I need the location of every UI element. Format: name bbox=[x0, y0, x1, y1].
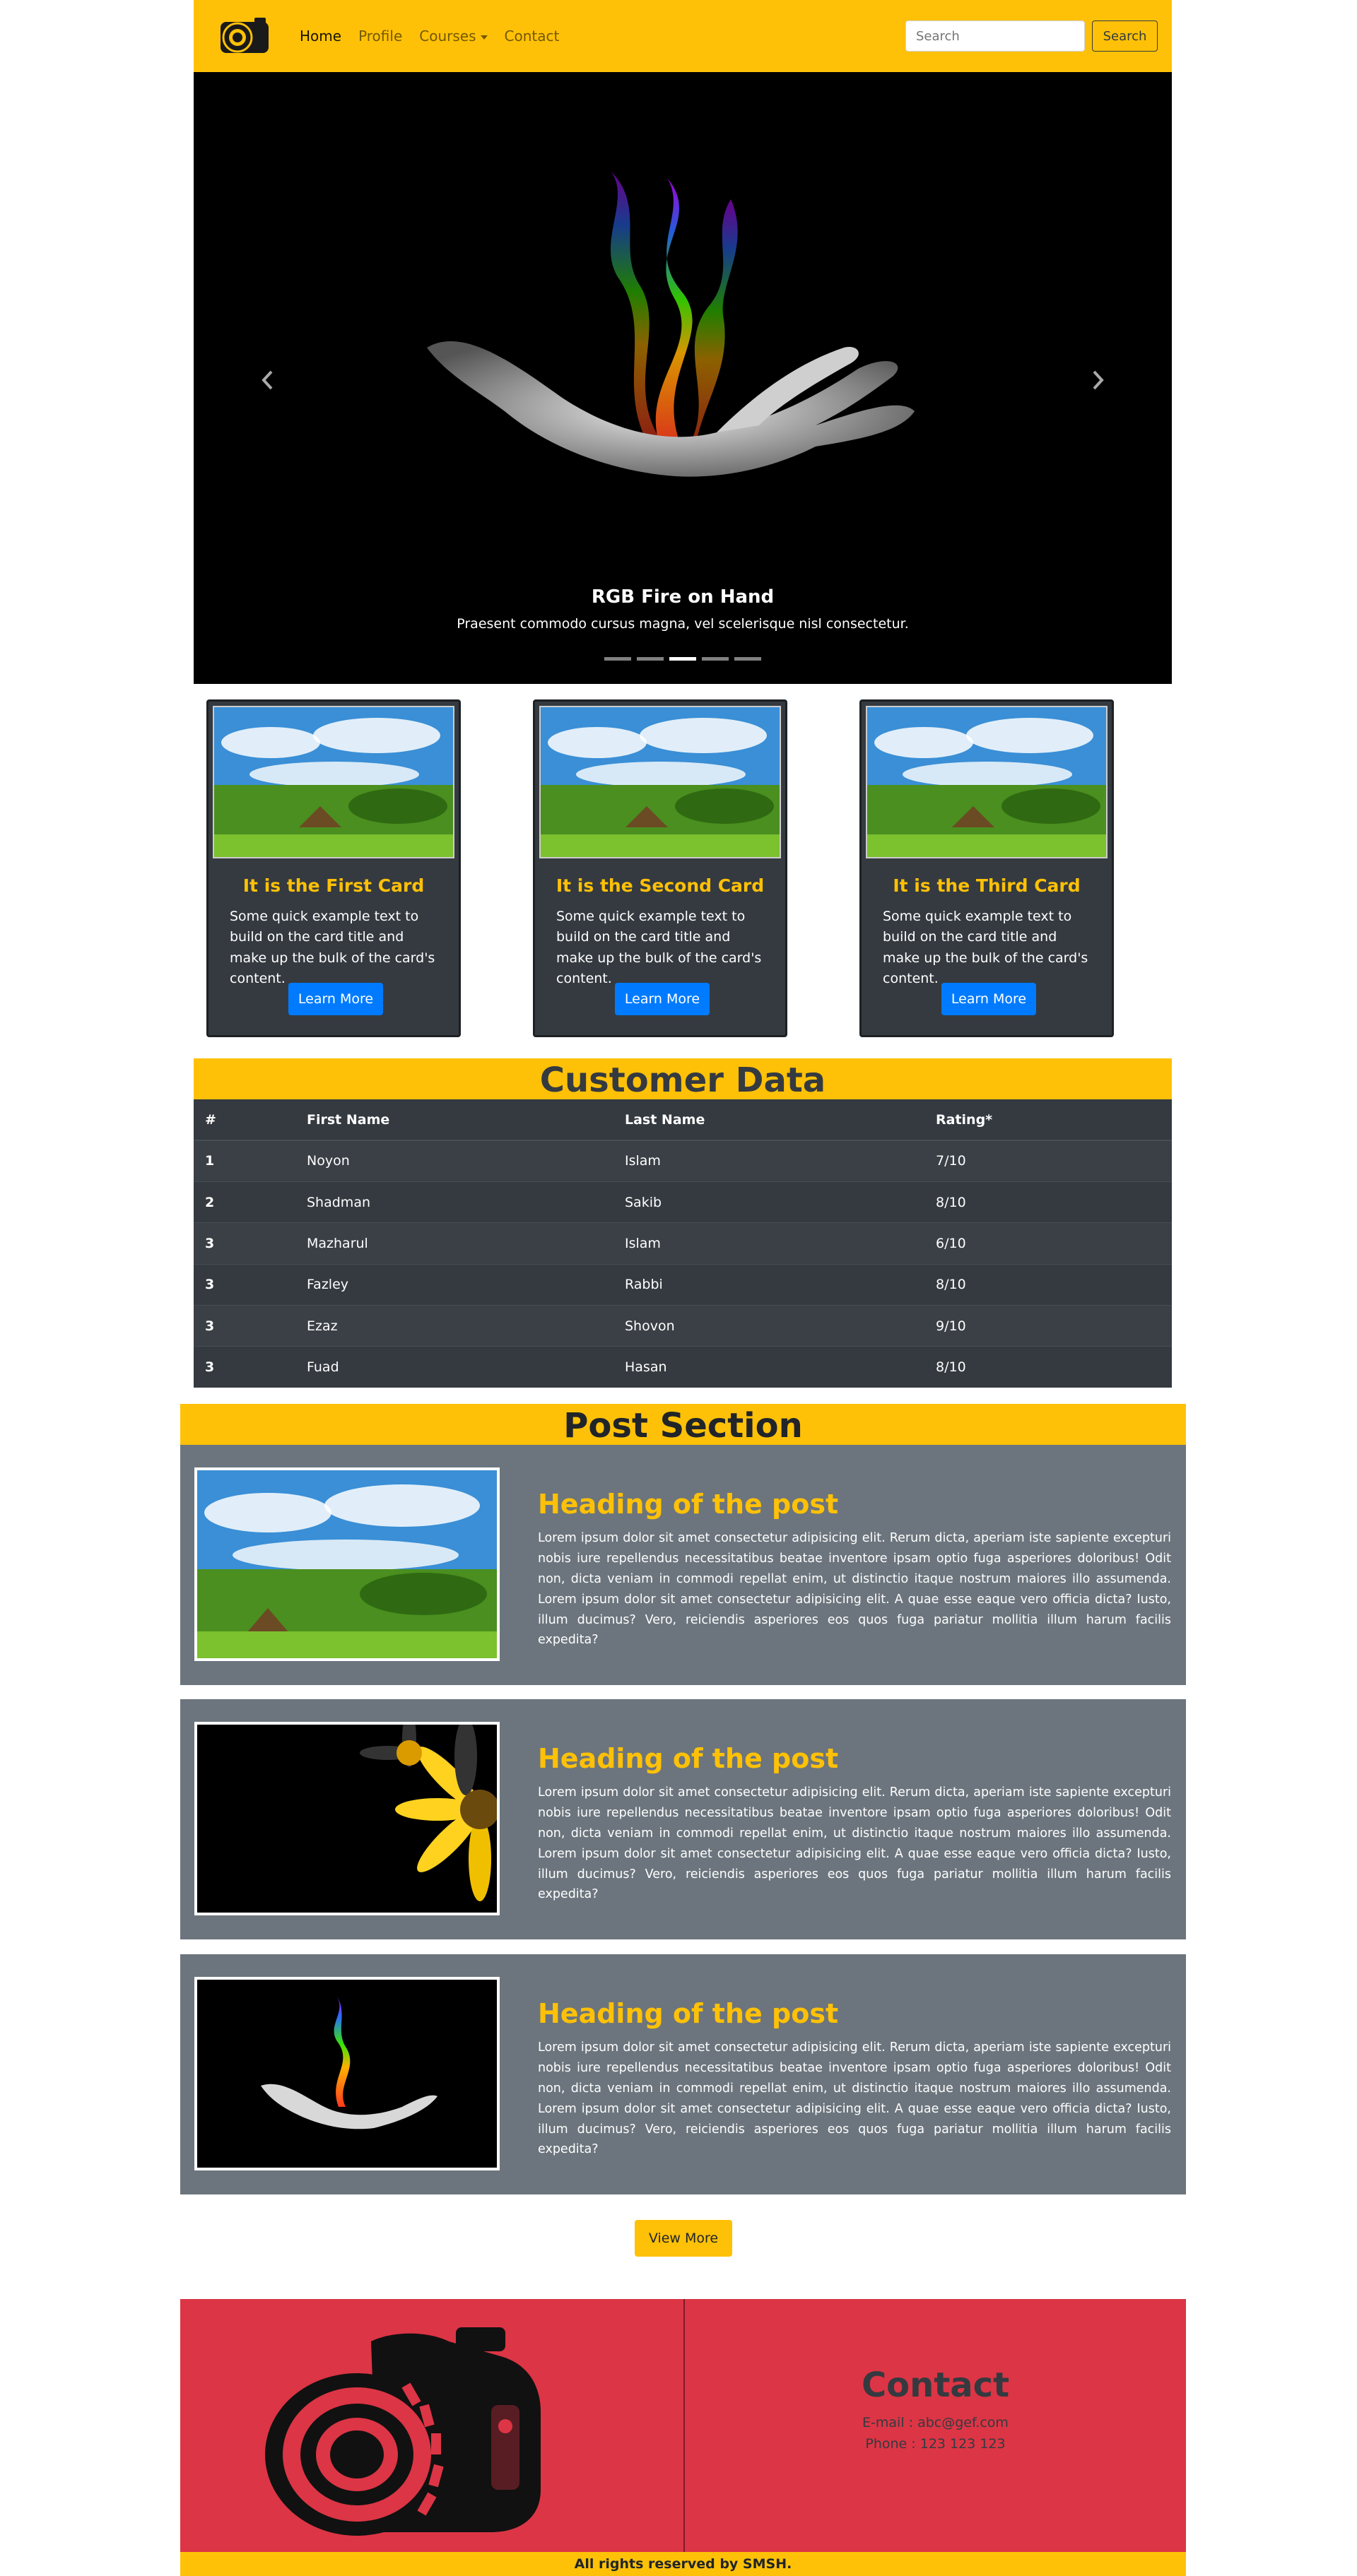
cell-last-name: Rabbi bbox=[613, 1263, 924, 1306]
copyright-bar: All rights reserved by SMSH. bbox=[180, 2552, 1186, 2576]
carousel-indicator[interactable] bbox=[702, 657, 729, 661]
carousel-prev-button[interactable] bbox=[257, 366, 278, 394]
hero-carousel: RGB Fire on Hand Praesent commodo cursus… bbox=[194, 72, 1172, 684]
post-heading: Heading of the post bbox=[538, 1489, 839, 1520]
table-row: 3 Fazley Rabbi 8/10 bbox=[194, 1263, 1172, 1306]
cell-first-name: Fuad bbox=[295, 1346, 613, 1388]
column-header: Last Name bbox=[613, 1099, 924, 1141]
contact-phone: Phone : 123 123 123 bbox=[865, 2436, 1006, 2452]
cell-rating: 8/10 bbox=[924, 1346, 1172, 1388]
carousel-caption-title: RGB Fire on Hand bbox=[591, 586, 775, 608]
card-text: Some quick example text to build on the … bbox=[556, 909, 762, 987]
cell-last-name: Shovon bbox=[613, 1305, 924, 1347]
table-row: 3 Mazharul Islam 6/10 bbox=[194, 1222, 1172, 1265]
post-item: Heading of the post Lorem ipsum dolor si… bbox=[180, 1445, 1186, 1685]
camera-icon bbox=[265, 2327, 541, 2536]
post-heading: Heading of the post bbox=[538, 1743, 839, 1774]
column-header: Rating* bbox=[924, 1099, 1172, 1141]
column-header: First Name bbox=[295, 1099, 613, 1141]
table-row: 2 Shadman Sakib 8/10 bbox=[194, 1181, 1172, 1223]
card-title: It is the Second Card bbox=[556, 875, 765, 896]
carousel-caption-text: Praesent commodo cursus magna, vel scele… bbox=[457, 616, 909, 632]
cell-last-name: Islam bbox=[613, 1140, 924, 1182]
nav-contact[interactable]: Contact bbox=[505, 28, 560, 45]
camera-logo-icon[interactable] bbox=[213, 15, 276, 57]
post-text: Lorem ipsum dolor sit amet consectetur a… bbox=[538, 1785, 1171, 1902]
cell-rating: 8/10 bbox=[924, 1181, 1172, 1223]
card-text: Some quick example text to build on the … bbox=[230, 909, 435, 987]
table-row: 3 Fuad Hasan 8/10 bbox=[194, 1346, 1172, 1388]
cell-first-name: Mazharul bbox=[295, 1222, 613, 1265]
post-text: Lorem ipsum dolor sit amet consectetur a… bbox=[538, 2040, 1171, 2157]
card-text: Some quick example text to build on the … bbox=[883, 909, 1088, 987]
carousel-indicator[interactable] bbox=[637, 657, 664, 661]
cell-first-name: Noyon bbox=[295, 1140, 613, 1182]
chevron-left-icon bbox=[262, 370, 273, 390]
card-first: It is the First Card Some quick example … bbox=[206, 699, 461, 1037]
table-row: 1 Noyon Islam 7/10 bbox=[194, 1140, 1172, 1182]
navbar: Home Profile Courses Contact Search bbox=[194, 0, 1172, 72]
post-item: Heading of the post Lorem ipsum dolor si… bbox=[180, 1699, 1186, 1939]
cell-last-name: Hasan bbox=[613, 1346, 924, 1388]
card-third: It is the Third Card Some quick example … bbox=[859, 699, 1114, 1037]
nav-courses-label: Courses bbox=[419, 28, 476, 45]
cell-first-name: Ezaz bbox=[295, 1305, 613, 1347]
rgb-fire-hand-image bbox=[194, 1977, 500, 2170]
chevron-right-icon bbox=[1093, 370, 1104, 390]
nav-courses-dropdown[interactable]: Courses bbox=[419, 28, 488, 45]
search-input[interactable] bbox=[905, 20, 1085, 52]
cell-rating: 7/10 bbox=[924, 1140, 1172, 1182]
carousel-indicator-active[interactable] bbox=[669, 657, 696, 661]
post-text: Lorem ipsum dolor sit amet consectetur a… bbox=[538, 1531, 1171, 1648]
post-heading: Heading of the post bbox=[538, 1998, 839, 2029]
card-title: It is the Third Card bbox=[893, 875, 1081, 896]
cell-index: 3 bbox=[194, 1346, 295, 1388]
cell-rating: 8/10 bbox=[924, 1263, 1172, 1306]
nav-links: Home Profile Courses Contact bbox=[300, 28, 559, 45]
carousel-indicator[interactable] bbox=[734, 657, 761, 661]
cell-first-name: Shadman bbox=[295, 1181, 613, 1223]
table-row: 3 Ezaz Shovon 9/10 bbox=[194, 1305, 1172, 1347]
nav-profile[interactable]: Profile bbox=[358, 28, 402, 45]
learn-more-button[interactable]: Learn More bbox=[941, 983, 1036, 1015]
cell-last-name: Islam bbox=[613, 1222, 924, 1265]
carousel-indicator[interactable] bbox=[604, 657, 631, 661]
learn-more-button[interactable]: Learn More bbox=[288, 983, 383, 1015]
cell-last-name: Sakib bbox=[613, 1181, 924, 1223]
carousel-next-button[interactable] bbox=[1087, 366, 1108, 394]
rgb-fire-hand-image bbox=[427, 171, 915, 477]
cell-index: 1 bbox=[194, 1140, 295, 1182]
contact-email: E-mail : abc@gef.com bbox=[862, 2415, 1009, 2430]
footer: Contact E-mail : abc@gef.com Phone : 123… bbox=[180, 2299, 1186, 2552]
landscape-image bbox=[539, 706, 781, 858]
cell-index: 2 bbox=[194, 1181, 295, 1223]
learn-more-button[interactable]: Learn More bbox=[615, 983, 710, 1015]
cell-index: 3 bbox=[194, 1222, 295, 1265]
carousel-indicators bbox=[194, 657, 1172, 661]
card-title: It is the First Card bbox=[242, 875, 425, 896]
post-section-heading: Post Section bbox=[180, 1404, 1186, 1446]
column-header: # bbox=[194, 1099, 295, 1141]
post-item: Heading of the post Lorem ipsum dolor si… bbox=[180, 1954, 1186, 2194]
landscape-image bbox=[213, 706, 454, 858]
cell-first-name: Fazley bbox=[295, 1263, 613, 1306]
contact-title: Contact bbox=[861, 2365, 1010, 2405]
search-form: Search bbox=[905, 20, 1158, 52]
chevron-down-icon bbox=[480, 35, 488, 40]
view-more-button[interactable]: View More bbox=[635, 2220, 732, 2257]
landscape-image bbox=[194, 1467, 500, 1661]
sunflower-image bbox=[194, 1722, 500, 1915]
cell-index: 3 bbox=[194, 1263, 295, 1306]
nav-home[interactable]: Home bbox=[300, 28, 341, 45]
cell-rating: 9/10 bbox=[924, 1305, 1172, 1347]
customer-table: # First Name Last Name Rating* 1 Noyon I… bbox=[194, 1099, 1172, 1388]
card-second: It is the Second Card Some quick example… bbox=[533, 699, 787, 1037]
search-button[interactable]: Search bbox=[1092, 20, 1158, 52]
landscape-image bbox=[866, 706, 1108, 858]
table-header-row: # First Name Last Name Rating* bbox=[194, 1099, 1172, 1141]
customer-data-heading: Customer Data bbox=[194, 1058, 1172, 1100]
cell-rating: 6/10 bbox=[924, 1222, 1172, 1265]
cell-index: 3 bbox=[194, 1305, 295, 1347]
